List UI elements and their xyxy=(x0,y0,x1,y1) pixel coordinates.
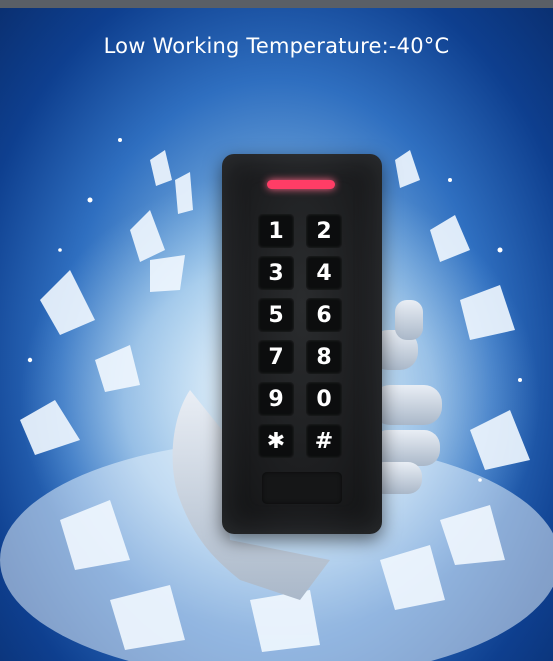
card-reader-area xyxy=(262,472,342,504)
key-9: 9 xyxy=(258,382,294,416)
key-6: 6 xyxy=(306,298,342,332)
key-5: 5 xyxy=(258,298,294,332)
keypad: 1 2 3 4 5 6 7 8 9 0 ✱ # xyxy=(258,214,342,458)
key-3: 3 xyxy=(258,256,294,290)
key-7: 7 xyxy=(258,340,294,374)
key-star: ✱ xyxy=(258,424,294,458)
key-0: 0 xyxy=(306,382,342,416)
key-4: 4 xyxy=(306,256,342,290)
status-indicator-light xyxy=(267,180,335,189)
key-8: 8 xyxy=(306,340,342,374)
product-image: Low Working Temperature:-40°C 1 2 3 4 5 … xyxy=(0,0,553,661)
key-hash: # xyxy=(306,424,342,458)
headline-text: Low Working Temperature:-40°C xyxy=(103,34,450,58)
access-control-keypad-device: 1 2 3 4 5 6 7 8 9 0 ✱ # xyxy=(222,154,382,534)
key-1: 1 xyxy=(258,214,294,248)
key-2: 2 xyxy=(306,214,342,248)
